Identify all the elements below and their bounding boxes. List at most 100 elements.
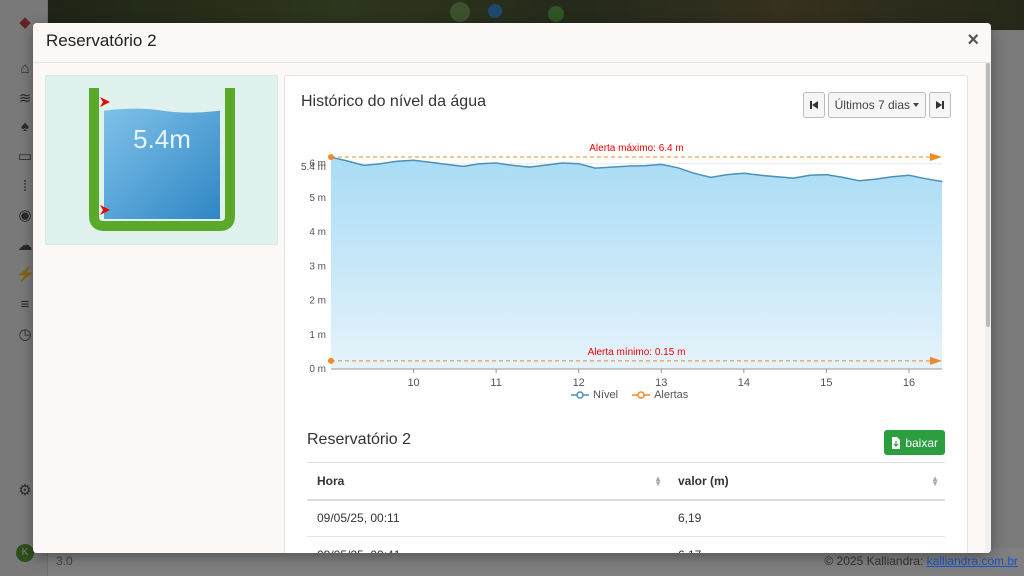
data-point-nivel — [858, 180, 861, 182]
range-controls: Últimos 7 dias — [802, 92, 951, 118]
table-header-row: Hora ▲ ▼ valor (m) ▲ ▼ — [307, 462, 945, 501]
cell-valor: 6,17 — [668, 536, 945, 553]
data-point-nivel — [561, 162, 563, 164]
threshold-label: Alerta máximo: 6.4 m — [589, 143, 683, 154]
x-tick-label: 16 — [903, 377, 915, 386]
modal-title: Reservatório 2 — [46, 31, 157, 50]
y-tick-label: 4 m — [309, 227, 326, 238]
data-point-nivel — [429, 161, 431, 163]
data-point-nivel — [363, 164, 365, 166]
data-point-nivel — [726, 174, 728, 176]
max-level-marker — [100, 97, 110, 107]
close-button[interactable]: × — [967, 29, 979, 52]
data-point-nivel — [396, 160, 398, 162]
y-tick-label: 0 m — [309, 364, 326, 375]
y-tick-label: 2 m — [309, 296, 326, 307]
table-title: Reservatório 2 — [307, 431, 412, 448]
threshold-arrow — [930, 153, 942, 161]
y-tick-label: 5 m — [309, 193, 326, 204]
data-point-nivel — [545, 164, 547, 166]
data-point-nivel — [693, 172, 695, 174]
copyright-text: © 2025 Kalliandra: — [824, 554, 924, 568]
data-point-nivel — [412, 159, 415, 161]
data-point-nivel — [891, 176, 894, 178]
last-page-button[interactable] — [929, 92, 951, 118]
legend-label-nivel: Nível — [593, 389, 619, 401]
tank-level-label: 5.4m — [133, 124, 191, 154]
y-extra-label: 5.4 m — [301, 162, 326, 173]
x-tick-label: 13 — [655, 377, 667, 386]
modal-body: 5.4m Histórico do nível da água Últimos … — [33, 63, 991, 553]
threshold-label: Alerta mínimo: 0.15 m — [588, 347, 686, 358]
download-button[interactable]: baixar — [884, 430, 945, 455]
column-header-hora[interactable]: Hora ▲ ▼ — [307, 462, 668, 501]
data-point-nivel — [809, 174, 811, 176]
data-point-nivel — [462, 165, 464, 168]
data-point-nivel — [677, 167, 679, 169]
data-point-nivel — [743, 172, 745, 174]
x-tick-label: 15 — [820, 377, 832, 386]
file-download-icon — [892, 436, 901, 449]
skip-forward-icon — [936, 101, 944, 109]
x-tick-label: 10 — [407, 377, 419, 386]
reservoir-modal: Reservatório 2 × 5.4m Histórico do nível… — [33, 23, 991, 553]
data-point-nivel — [379, 163, 382, 165]
data-point-nivel — [479, 163, 481, 165]
legend-item-nivel[interactable]: Nível — [571, 389, 618, 401]
y-tick-label: 1 m — [309, 330, 326, 341]
series-area-nivel — [331, 157, 942, 369]
copyright-link[interactable]: kalliandra.com.br — [927, 554, 1018, 568]
data-point-nivel — [792, 177, 794, 179]
data-point-nivel — [578, 163, 580, 165]
data-point-nivel — [627, 165, 629, 167]
data-point-nivel — [495, 162, 497, 164]
y-tick-label: 3 m — [309, 261, 326, 272]
data-point-nivel — [512, 164, 514, 166]
data-point-nivel — [941, 180, 943, 183]
sort-icon: ▲ ▼ — [931, 474, 939, 488]
range-dropdown[interactable]: Últimos 7 dias — [827, 92, 926, 118]
data-point-nivel — [875, 178, 877, 180]
first-page-button[interactable] — [802, 92, 825, 118]
scrollbar-thumb[interactable] — [986, 63, 990, 327]
data-point-nivel — [528, 166, 530, 168]
data-point-nivel — [445, 163, 448, 165]
legend-item-alertas[interactable]: Alertas — [632, 389, 688, 401]
column-header-valor[interactable]: valor (m) ▲ ▼ — [668, 462, 945, 501]
tank-card: 5.4m — [45, 75, 278, 245]
data-point-nivel — [611, 166, 613, 168]
cell-hora: 09/05/25, 00:11 — [307, 499, 668, 537]
x-tick-label: 12 — [573, 377, 585, 386]
x-tick-label: 14 — [738, 377, 750, 386]
app-version: 3.0 — [56, 554, 73, 568]
data-point-nivel — [710, 176, 712, 178]
data-table: Hora ▲ ▼ valor (m) ▲ ▼ 09/05/25, 00:11 6,19 … — [307, 462, 945, 553]
data-point-nivel — [594, 167, 596, 169]
data-point-nivel — [660, 163, 662, 165]
copyright: © 2025 Kalliandra: kalliandra.com.br — [824, 554, 1018, 568]
modal-scrollbar[interactable] — [985, 63, 991, 553]
data-point-nivel — [908, 174, 910, 176]
data-point-nivel — [776, 176, 778, 178]
range-label: Últimos 7 dias — [834, 98, 910, 112]
data-point-nivel — [346, 160, 349, 162]
skip-back-icon — [809, 101, 818, 109]
download-label: baixar — [905, 435, 938, 450]
legend-label-alertas: Alertas — [654, 389, 689, 401]
data-point-nivel — [759, 174, 761, 176]
table-row: 09/05/25, 00:11 6,19 — [307, 499, 945, 537]
chevron-down-icon — [913, 103, 919, 107]
data-point-nivel — [825, 174, 828, 176]
chart-title: Histórico do nível da água — [301, 93, 486, 110]
data-point-nivel — [644, 165, 646, 167]
legend-swatch-alertas — [632, 391, 651, 399]
tank-illustration — [89, 88, 235, 231]
level-chart: 0 m1 m2 m3 m4 m5 m6 m5.4 m10 11 12 13 14 15 16… — [301, 143, 943, 386]
chart-legend: Nível Alertas — [571, 389, 688, 401]
cell-hora: 09/05/25, 00:41 — [307, 536, 668, 553]
legend-swatch-nivel — [571, 391, 589, 399]
sort-icon: ▲ ▼ — [654, 474, 662, 488]
x-tick-label: 11 — [490, 377, 501, 386]
threshold-start-point — [328, 154, 334, 160]
chart-card: Histórico do nível da água Últimos 7 dia… — [284, 75, 968, 553]
